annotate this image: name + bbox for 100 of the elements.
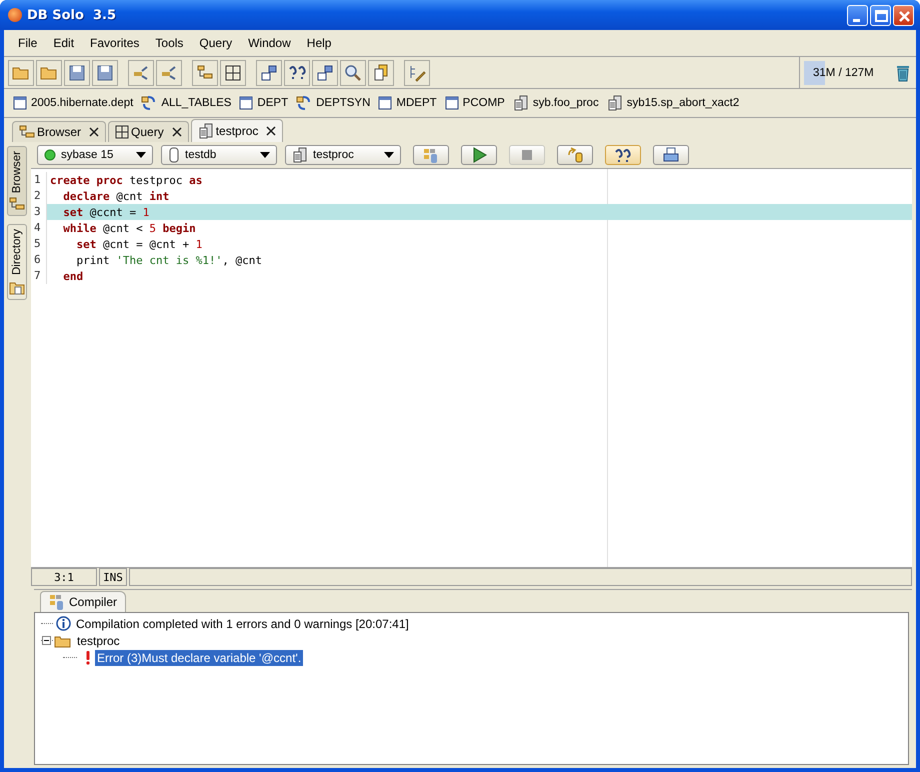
grid-icon-button[interactable] (220, 60, 246, 86)
close-icon[interactable] (89, 127, 100, 137)
table-icon (444, 96, 459, 110)
procedure-icon (512, 95, 529, 111)
print-icon (662, 147, 680, 163)
objects-icon (49, 594, 65, 610)
menu-item[interactable]: Favorites (82, 36, 148, 50)
app-logo-icon (8, 8, 22, 22)
tree-icon (9, 197, 25, 212)
code-line: 2 declare @cnt int (31, 188, 912, 204)
table-icon (13, 96, 27, 110)
query-icon-button[interactable] (284, 60, 310, 86)
caret-icon (136, 152, 146, 158)
objects-button[interactable] (413, 145, 449, 165)
query-button[interactable] (605, 145, 641, 165)
side-tab[interactable]: Browser (7, 146, 27, 216)
folder-icon-button[interactable] (36, 60, 62, 86)
tree-item[interactable]: Compilation completed with 1 errors and 0 warnings [20:07:41] (74, 616, 411, 632)
query-icon (614, 147, 632, 163)
favorite-item[interactable]: DEPTSYN (296, 96, 370, 110)
close-icon[interactable] (266, 126, 276, 136)
favorite-item[interactable]: MDEPT (378, 96, 437, 110)
pencil-icon (408, 64, 426, 82)
database-icon (168, 147, 180, 163)
grid-icon (115, 125, 130, 139)
error-icon (84, 650, 92, 665)
save-icon-button[interactable] (64, 60, 90, 86)
caret-icon (260, 152, 270, 158)
favorite-item[interactable]: DEPT (239, 96, 288, 110)
insert-mode: INS (99, 568, 127, 586)
grid-icon (224, 64, 242, 82)
favorite-item[interactable]: syb.foo_proc (512, 95, 599, 111)
info-icon (56, 616, 71, 631)
code-line: 7 end (31, 268, 912, 284)
save-icon (96, 64, 114, 82)
search-icon-button[interactable] (340, 60, 366, 86)
side-tab[interactable]: Directory (7, 224, 27, 300)
favorite-item[interactable]: 2005.hibernate.dept (13, 96, 134, 110)
code-line: 4 while @cnt < 5 begin (31, 220, 912, 236)
minimize-icon (853, 18, 860, 22)
objects-icon (422, 147, 440, 163)
menu-item[interactable]: File (10, 36, 46, 50)
menu-item[interactable]: Edit (45, 36, 82, 50)
caret-icon (384, 152, 394, 158)
dropdown[interactable]: testproc (285, 145, 401, 165)
menu-item[interactable]: Tools (147, 36, 192, 50)
compiler-tab[interactable]: Compiler (40, 591, 126, 612)
save-icon (68, 64, 86, 82)
maximize-button[interactable] (870, 4, 891, 26)
save-icon-button[interactable] (92, 60, 118, 86)
window-icon-button[interactable] (256, 60, 282, 86)
dropdown[interactable]: testdb (161, 145, 277, 165)
minimize-button[interactable] (847, 4, 868, 26)
code-line: 5 set @cnt = @cnt + 1 (31, 236, 912, 252)
close-icon[interactable] (172, 127, 182, 137)
procedure-icon (292, 147, 308, 163)
dropdown[interactable]: sybase 15 (37, 145, 153, 165)
menu-item[interactable]: Window (240, 36, 299, 50)
procedure-icon (606, 95, 623, 111)
code-line: 1 create proc testproc as (31, 172, 912, 188)
procedure-icon (198, 123, 214, 139)
print-button[interactable] (653, 145, 689, 165)
query-icon (288, 64, 306, 82)
document-icon-button[interactable] (368, 60, 394, 86)
document-tab[interactable]: testproc (190, 119, 284, 142)
document-icon (372, 64, 390, 82)
synonym-icon (296, 96, 312, 110)
synonym-icon (141, 96, 158, 110)
run-button[interactable] (461, 145, 497, 165)
code-line: 6 print 'The cnt is %1!', @cnt (31, 252, 912, 268)
tree-item[interactable]: testproc (75, 632, 122, 648)
favorite-item[interactable]: ALL_TABLES (141, 96, 232, 110)
line-number: 3 (31, 204, 47, 220)
menu-item[interactable]: Query (191, 36, 240, 50)
table-icon (239, 96, 254, 110)
tree-item[interactable]: Error (3)Must declare variable '@ccnt'. (95, 650, 304, 666)
trash-icon[interactable] (896, 64, 910, 82)
window-icon-button[interactable] (312, 60, 338, 86)
folder-icon-button[interactable] (8, 60, 34, 86)
favorite-item[interactable]: syb15.sp_abort_xact2 (606, 95, 740, 111)
refresh-icon (566, 147, 584, 163)
menu-item[interactable]: Help (298, 36, 340, 50)
favorite-item[interactable]: PCOMP (444, 96, 505, 110)
document-tab[interactable]: Query (108, 121, 189, 142)
status-dot-icon (44, 149, 56, 161)
document-tab[interactable]: Browser (12, 121, 106, 142)
collapse-icon[interactable] (42, 636, 51, 645)
window-icon (316, 64, 334, 82)
search-icon (344, 64, 362, 82)
table-icon (378, 96, 392, 110)
tree-icon (196, 64, 214, 82)
window-title: DB Solo 3.5 (27, 8, 116, 22)
pencil-icon-button[interactable] (404, 60, 430, 86)
folder-icon (54, 634, 72, 648)
stop-button[interactable] (509, 145, 545, 165)
tree-icon-button[interactable] (192, 60, 218, 86)
tree-icon (19, 125, 35, 139)
refresh-button[interactable] (557, 145, 593, 165)
memory-reading: 31M / 127M (812, 66, 874, 78)
close-button[interactable] (893, 4, 914, 26)
